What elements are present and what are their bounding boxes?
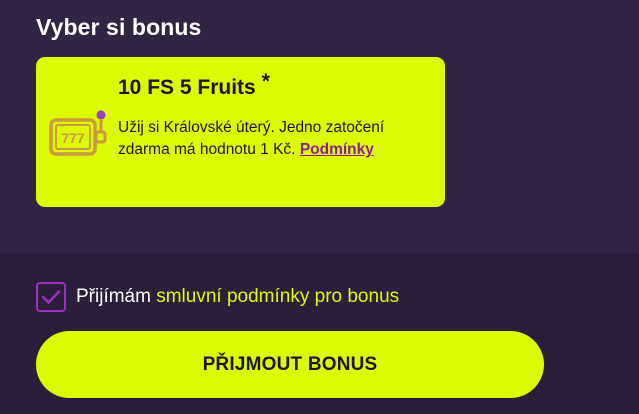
accept-terms-label: Přijímám smluvní podmínky pro bonus — [76, 286, 399, 308]
slot-machine-icon: 777 — [49, 110, 107, 156]
bonus-terms-link[interactable]: Podmínky — [300, 141, 374, 158]
accept-terms-row[interactable]: Přijímám smluvní podmínky pro bonus — [36, 280, 399, 314]
bonus-title-text: 10 FS 5 Fruits — [118, 76, 256, 99]
accept-terms-checkbox[interactable] — [36, 282, 66, 312]
section-title: Vyber si bonus — [36, 14, 202, 40]
accept-bonus-button[interactable]: PŘIJMOUT BONUS — [36, 331, 544, 398]
bonus-option-card[interactable]: 777 10 FS 5 Fruits * Užij si Královské út… — [36, 57, 445, 207]
bonus-panel: Vyber si bonus 777 10 FS 5 Fruits * Užij … — [0, 0, 639, 253]
accept-terms-prefix: Přijímám — [76, 286, 151, 307]
bonus-title: 10 FS 5 Fruits * — [118, 70, 270, 100]
slot-sevens-text: 777 — [61, 130, 85, 146]
bonus-title-asterisk: * — [261, 70, 270, 93]
bonus-terms-conditions-link[interactable]: smluvní podmínky pro bonus — [156, 286, 399, 307]
bonus-description: Užij si Královské úterý. Jedno zatočení … — [118, 117, 418, 161]
checkmark-icon — [41, 290, 61, 304]
